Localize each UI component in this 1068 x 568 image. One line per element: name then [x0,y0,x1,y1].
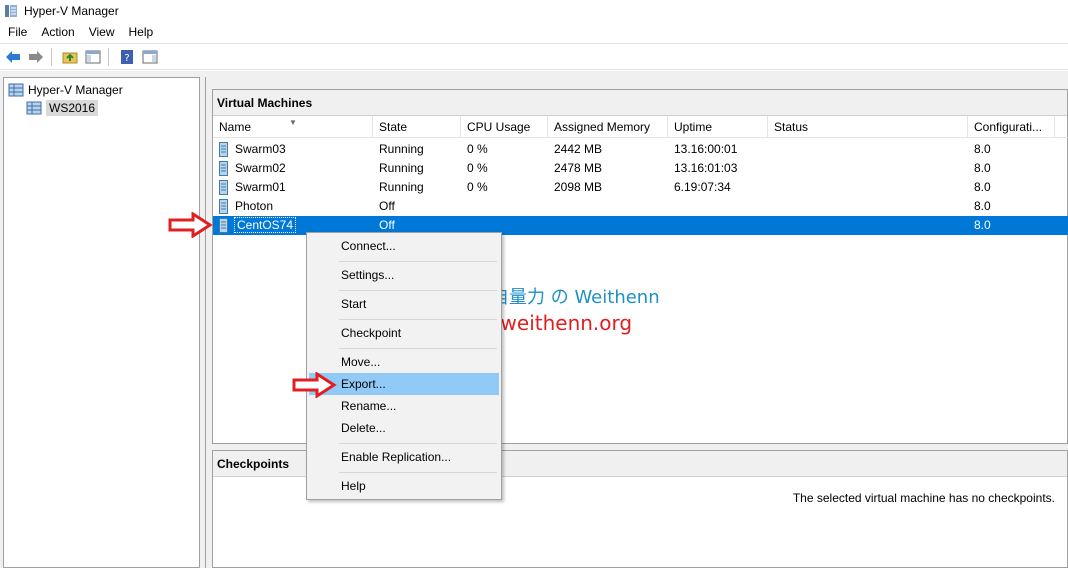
menu-item-connect[interactable]: Connect... [309,235,499,257]
column-header-configuration[interactable]: Configurati... [968,116,1055,138]
vm-name: Swarm02 [235,161,286,175]
tree-node-hyperv-manager[interactable]: Hyper-V Manager [8,81,123,99]
forward-arrow-icon [29,50,43,63]
menu-item-checkpoint[interactable]: Checkpoint [309,322,499,344]
vm-row[interactable]: Photon Off 8.0 [213,197,1068,216]
menu-item-delete[interactable]: Delete... [309,417,499,439]
window-title: Hyper-V Manager [24,4,119,18]
menu-action[interactable]: Action [34,22,81,43]
vm-status [768,140,774,159]
title-bar: Hyper-V Manager [0,0,1068,22]
hyperv-manager-icon [8,83,24,97]
vm-status [768,159,774,178]
vm-name: Swarm03 [235,142,286,156]
hyperv-app-icon [5,5,17,17]
vm-status [768,216,774,235]
menu-item-move[interactable]: Move... [309,351,499,373]
column-header-status[interactable]: Status [768,116,968,138]
vm-status [768,178,774,197]
vm-uptime [668,216,674,235]
vm-memory [548,197,554,216]
red-arrow-icon [292,372,337,398]
vm-cpu: 0 % [467,180,488,194]
console-tree-icon [85,50,101,63]
vm-memory: 2442 MB [554,142,603,156]
toolbar-separator [108,47,109,66]
vm-config: 8.0 [974,142,991,156]
vm-config: 8.0 [974,199,991,213]
menu-bar: File Action View Help [0,22,1068,43]
vm-cpu [461,197,467,216]
menu-item-settings[interactable]: Settings... [309,264,499,286]
menu-item-export[interactable]: Export... [309,373,499,395]
show-hide-action-pane-button[interactable] [140,47,160,67]
tree-label: WS2016 [46,100,99,116]
back-arrow-icon [6,50,20,63]
vm-status [768,197,774,216]
column-header-uptime[interactable]: Uptime [668,116,768,138]
menu-help[interactable]: Help [122,22,161,43]
vm-state: Running [379,142,424,156]
no-checkpoints-message: The selected virtual machine has no chec… [792,491,1055,505]
show-hide-console-tree-button[interactable] [83,47,103,67]
vm-state: Off [379,199,395,213]
vm-row[interactable]: Swarm02 Running 0 % 2478 MB 13.16:01:03 … [213,159,1068,178]
vm-row[interactable]: Swarm03 Running 0 % 2442 MB 13.16:00:01 … [213,140,1068,159]
column-header-memory[interactable]: Assigned Memory [548,116,668,138]
server-icon [26,101,42,115]
vm-name: Swarm01 [235,180,286,194]
menu-separator [339,319,497,320]
folder-up-icon [62,52,78,63]
menu-separator [339,348,497,349]
vm-state: Running [379,180,424,194]
vm-cpu: 0 % [467,142,488,156]
vm-uptime: 13.16:00:01 [674,142,738,156]
vm-row[interactable]: Swarm01 Running 0 % 2098 MB 6.19:07:34 8… [213,178,1068,197]
menu-separator [339,472,497,473]
column-header-state[interactable]: State [373,116,461,138]
svg-text:?: ? [124,53,129,64]
console-tree: Hyper-V Manager WS2016 [3,77,200,568]
action-pane-icon [142,50,158,63]
vm-memory: 2098 MB [554,180,603,194]
up-folder-button[interactable] [60,47,80,67]
sort-caret-icon: ▼ [289,118,297,127]
back-button[interactable] [3,47,23,67]
vm-uptime: 6.19:07:34 [674,180,731,194]
vm-config: 8.0 [974,161,991,175]
toolbar-separator [51,47,52,66]
vm-cpu: 0 % [467,161,488,175]
menu-item-help[interactable]: Help [309,475,499,497]
red-arrow-icon [168,212,213,238]
menu-item-start[interactable]: Start [309,293,499,315]
help-button[interactable]: ? [117,47,137,67]
tree-label: Hyper-V Manager [28,83,123,97]
menu-separator [339,443,497,444]
forward-button[interactable] [26,47,46,67]
panel-title: Virtual Machines [213,90,1067,116]
vm-memory: 2478 MB [554,161,603,175]
vm-state: Running [379,161,424,175]
vm-uptime [668,197,674,216]
help-book-icon: ? [121,49,133,64]
menu-item-enable-replication[interactable]: Enable Replication... [309,446,499,468]
vm-memory [548,216,554,235]
column-header-name[interactable]: Name ▼ [213,116,373,138]
menu-item-rename[interactable]: Rename... [309,395,499,417]
tree-node-server[interactable]: WS2016 [26,99,99,117]
vm-name: Photon [235,199,274,213]
vm-config: 8.0 [974,180,991,194]
menu-separator [339,290,497,291]
vm-uptime: 13.16:01:03 [674,161,738,175]
vm-table: Name ▼ State CPU Usage Assigned Memory U… [213,116,1068,235]
menu-file[interactable]: File [0,22,34,43]
menu-separator [339,261,497,262]
menu-view[interactable]: View [82,22,122,43]
column-header-cpu[interactable]: CPU Usage [461,116,548,138]
context-menu: Connect... Settings... Start Checkpoint … [306,232,502,500]
column-header-row: Name ▼ State CPU Usage Assigned Memory U… [213,116,1068,138]
vm-name: CentOS74 [233,217,297,233]
vm-config: 8.0 [974,218,991,232]
toolbar: ? [0,43,1068,70]
